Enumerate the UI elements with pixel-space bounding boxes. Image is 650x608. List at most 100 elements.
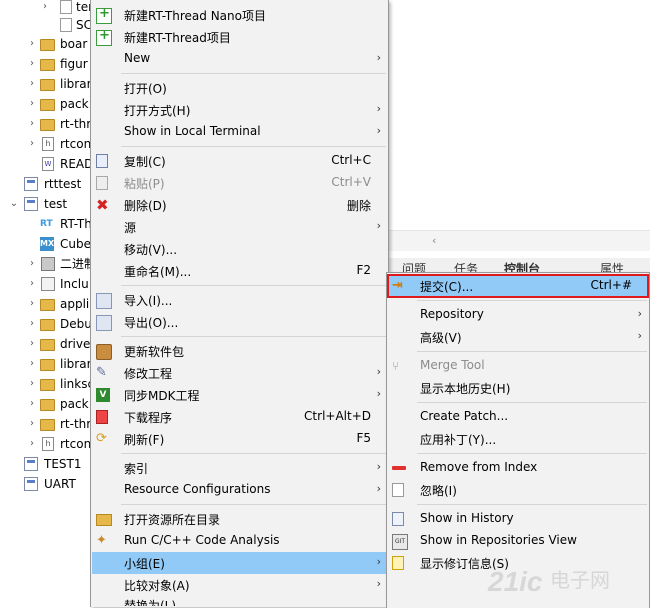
menu-separator xyxy=(121,336,386,337)
chevron-right-icon[interactable]: › xyxy=(27,114,37,134)
menu-item-create-patch[interactable]: Create Patch... xyxy=(388,406,648,428)
c-source-file-icon xyxy=(60,0,72,14)
menu-separator xyxy=(417,300,647,301)
menu-item-show-local-history[interactable]: 显示本地历史(H) xyxy=(388,377,648,399)
chevron-right-icon: › xyxy=(376,577,381,590)
remove-from-index-icon xyxy=(392,466,406,470)
mdk-icon: V xyxy=(96,388,110,402)
download-icon xyxy=(96,410,108,424)
folder-icon xyxy=(40,119,55,131)
menu-item-show-in-repositories-view[interactable]: GIT Show in Repositories View xyxy=(388,530,648,552)
folder-icon xyxy=(40,299,55,311)
menu-item-index[interactable]: 索引 › xyxy=(92,457,387,479)
menu-item-ignore[interactable]: 忽略(I) xyxy=(388,479,648,501)
menu-item-refresh[interactable]: ⟳ 刷新(F) F5 xyxy=(92,428,387,450)
menu-item-modify-project[interactable]: ✎ 修改工程 › xyxy=(92,362,387,384)
folder-icon xyxy=(40,379,55,391)
team-submenu: ⇥ 提交(C)... Ctrl+# Repository › 高级(V) › ⑂… xyxy=(386,272,650,608)
menu-item-repository[interactable]: Repository › xyxy=(388,304,648,326)
new-project-icon xyxy=(96,6,112,24)
menu-item-open-with[interactable]: 打开方式(H) › xyxy=(92,99,387,121)
refresh-icon: ⟳ xyxy=(96,431,107,446)
menu-item-export[interactable]: 导出(O)... xyxy=(92,311,387,333)
menu-item-delete[interactable]: ✖ 删除(D) 删除 xyxy=(92,194,387,216)
ignore-icon xyxy=(392,483,404,497)
chevron-right-icon[interactable]: › xyxy=(27,434,37,454)
menu-item-replace-with[interactable]: 替换为(L) xyxy=(92,594,387,606)
merge-tool-icon: ⑂ xyxy=(392,359,400,373)
chevron-right-icon[interactable]: › xyxy=(27,94,37,114)
folder-icon xyxy=(40,399,55,411)
chevron-right-icon[interactable]: › xyxy=(27,34,37,54)
menu-item-new-rt-thread-project[interactable]: 新建RT-Thread项目 xyxy=(92,26,387,48)
watermark-logo: 21ic 电子网 xyxy=(487,566,610,597)
menu-item-source[interactable]: 源 › xyxy=(92,216,387,238)
menu-item-new-rt-thread-nano-project[interactable]: 新建RT-Thread Nano项目 xyxy=(92,4,387,26)
chevron-right-icon[interactable]: › xyxy=(27,334,37,354)
folder-icon xyxy=(40,99,55,111)
folder-icon xyxy=(40,59,55,71)
menu-separator xyxy=(121,504,386,505)
chevron-right-icon[interactable]: › xyxy=(27,294,37,314)
chevron-right-icon[interactable]: › xyxy=(27,314,37,334)
file-icon xyxy=(60,18,72,32)
menu-item-remove-from-index[interactable]: Remove from Index xyxy=(388,457,648,479)
chevron-right-icon: › xyxy=(376,482,381,495)
cubemx-icon: MX xyxy=(40,237,54,251)
horizontal-scrollbar[interactable]: ‹ xyxy=(388,230,650,251)
scroll-left-icon[interactable]: ‹ xyxy=(432,234,436,247)
menu-item-move[interactable]: 移动(V)... xyxy=(92,238,387,260)
menu-item-import[interactable]: 导入(I)... xyxy=(92,289,387,311)
watermark-cn: 电子网 xyxy=(550,568,610,592)
commit-icon: ⇥ xyxy=(392,278,403,293)
menu-item-open[interactable]: 打开(O) xyxy=(92,77,387,99)
menu-item-run-code-analysis[interactable]: ✦ Run C/C++ Code Analysis xyxy=(92,530,387,552)
menu-item-copy[interactable]: 复制(C) Ctrl+C xyxy=(92,150,387,172)
chevron-right-icon: › xyxy=(376,387,381,400)
chevron-right-icon[interactable]: › xyxy=(27,74,37,94)
chevron-right-icon[interactable]: › xyxy=(27,374,37,394)
header-file-icon: h xyxy=(42,137,54,151)
menu-item-advanced[interactable]: 高级(V) › xyxy=(388,326,648,348)
chevron-right-icon: › xyxy=(376,365,381,378)
menu-item-open-containing-folder[interactable]: 打开资源所在目录 xyxy=(92,508,387,530)
menu-item-show-in-local-terminal[interactable]: Show in Local Terminal › xyxy=(92,121,387,143)
new-project-icon xyxy=(96,28,112,46)
menu-item-sync-mdk-project[interactable]: V 同步MDK工程 › xyxy=(92,384,387,406)
menu-item-new[interactable]: New › xyxy=(92,48,387,70)
menu-item-apply-patch[interactable]: 应用补丁(Y)... xyxy=(388,428,648,450)
menu-item-compare-with[interactable]: 比较对象(A) › xyxy=(92,574,387,596)
chevron-right-icon: › xyxy=(637,329,642,342)
menu-item-merge-tool[interactable]: ⑂ Merge Tool xyxy=(388,355,648,377)
project-icon xyxy=(24,197,38,211)
folder-open-icon xyxy=(96,514,112,526)
chevron-right-icon: › xyxy=(376,460,381,473)
wrench-icon: ✎ xyxy=(96,365,107,380)
chevron-down-icon[interactable]: ⌄ xyxy=(9,194,19,214)
menu-item-download-program[interactable]: 下载程序 Ctrl+Alt+D xyxy=(92,406,387,428)
menu-item-commit[interactable]: ⇥ 提交(C)... Ctrl+# xyxy=(387,274,649,298)
menu-item-show-in-history[interactable]: Show in History xyxy=(388,508,648,530)
chevron-right-icon[interactable]: › xyxy=(27,254,37,274)
menu-separator xyxy=(121,285,386,286)
chevron-right-icon: › xyxy=(376,124,381,137)
chevron-right-icon[interactable]: › xyxy=(27,394,37,414)
menu-separator xyxy=(417,351,647,352)
menu-item-update-packages[interactable]: 更新软件包 xyxy=(92,340,387,362)
menu-item-team[interactable]: 小组(E) › xyxy=(92,552,387,574)
folder-icon xyxy=(40,339,55,351)
menu-separator xyxy=(417,504,647,505)
chevron-right-icon[interactable]: › xyxy=(27,54,37,74)
chevron-right-icon: › xyxy=(376,51,381,64)
chevron-right-icon[interactable]: › xyxy=(27,134,37,154)
menu-separator xyxy=(121,146,386,147)
menu-item-paste[interactable]: 粘贴(P) Ctrl+V xyxy=(92,172,387,194)
chevron-right-icon[interactable]: › xyxy=(27,414,37,434)
rt-thread-icon: RT xyxy=(40,219,53,229)
chevron-right-icon[interactable]: › xyxy=(27,354,37,374)
chevron-right-icon[interactable]: › xyxy=(27,274,37,294)
menu-item-resource-configurations[interactable]: Resource Configurations › xyxy=(92,479,387,501)
revision-info-icon xyxy=(392,556,404,570)
menu-item-rename[interactable]: 重命名(M)... F2 xyxy=(92,260,387,282)
project-icon xyxy=(24,177,38,191)
